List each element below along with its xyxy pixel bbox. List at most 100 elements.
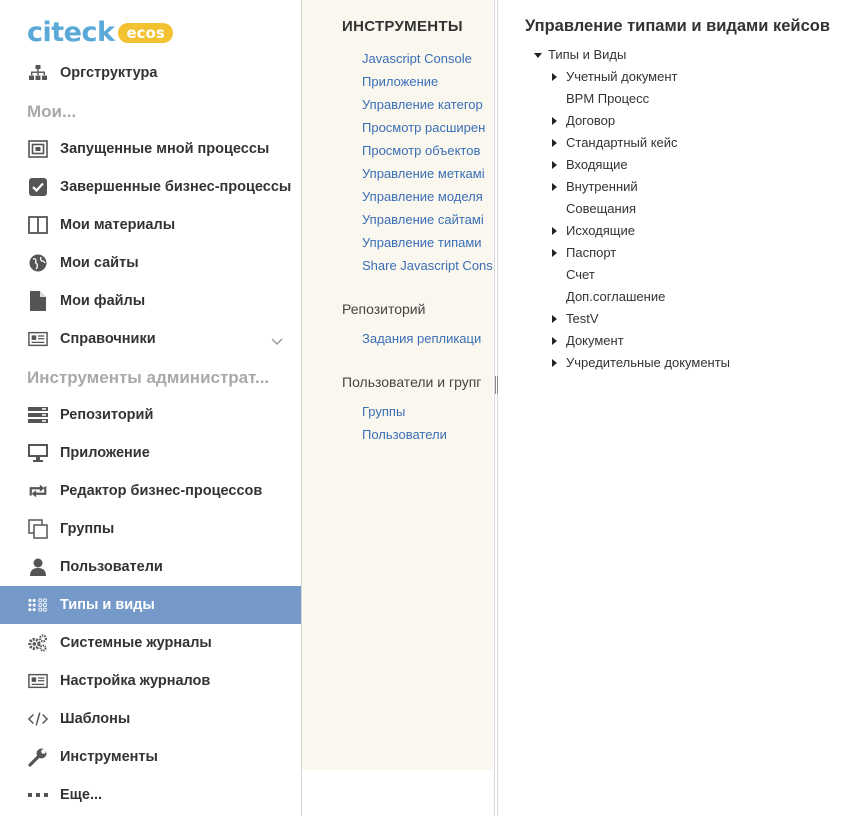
tree-node[interactable]: Доп.соглашение xyxy=(566,288,665,306)
tool-link-replication-jobs[interactable]: Задания репликаци xyxy=(362,331,481,347)
journal-settings-icon xyxy=(28,671,48,691)
tool-link-category-management[interactable]: Управление категор xyxy=(362,97,483,113)
tree-node[interactable]: Внутренний xyxy=(552,178,638,196)
collapsed-arrow-icon[interactable] xyxy=(552,117,557,125)
sidebar-item-label: Редактор бизнес-процессов xyxy=(60,483,263,499)
more-icon xyxy=(28,785,48,805)
logo-badge: ecos xyxy=(118,23,173,43)
repository-icon xyxy=(28,405,48,425)
tool-link-type-management[interactable]: Управление типами xyxy=(362,235,482,251)
sidebar-item-journal-settings[interactable]: Настройка журналов xyxy=(0,662,301,700)
tree-node-label: Документ xyxy=(566,333,624,348)
citeck-logo[interactable]: citeck ecos xyxy=(27,18,173,48)
process-editor-icon xyxy=(28,481,48,501)
sidebar-item-my-files[interactable]: Мои файлы xyxy=(0,282,301,320)
tool-link-js-console[interactable]: Javascript Console xyxy=(362,51,472,67)
types-icon xyxy=(28,595,48,615)
sidebar-item-finished-processes[interactable]: Завершенные бизнес-процессы xyxy=(0,168,301,206)
collapsed-arrow-icon[interactable] xyxy=(552,183,557,191)
sidebar-item-users[interactable]: Пользователи xyxy=(0,548,301,586)
tool-link-site-management[interactable]: Управление сайтамі xyxy=(362,212,484,228)
sidebar-item-tools[interactable]: Инструменты xyxy=(0,738,301,776)
sidebar-item-label: Оргструктура xyxy=(60,65,158,81)
tool-link-application[interactable]: Приложение xyxy=(362,74,438,90)
tools-group-users-groups: Пользователи и групг xyxy=(342,374,482,390)
monitor-icon xyxy=(28,443,48,463)
file-icon xyxy=(28,291,48,311)
tree-node[interactable]: Входящие xyxy=(552,156,628,174)
tree-node[interactable]: Совещания xyxy=(566,200,636,218)
tree-node[interactable]: Учетный документ xyxy=(552,68,678,86)
tree-node[interactable]: Договор xyxy=(552,112,615,130)
sidebar-item-started-processes[interactable]: Запущенные мной процессы xyxy=(0,130,301,168)
tree-node-label: Стандартный кейс xyxy=(566,135,678,150)
sidebar-item-label: Репозиторий xyxy=(60,407,154,423)
tree-node-label: Типы и Виды xyxy=(548,47,627,62)
tree-node[interactable]: Стандартный кейс xyxy=(552,134,678,152)
started-processes-icon xyxy=(28,139,48,159)
tree-node[interactable]: Учредительные документы xyxy=(552,354,730,372)
tool-link-model-management[interactable]: Управление моделя xyxy=(362,189,483,205)
sidebar-item-reference-books[interactable]: Справочники xyxy=(0,320,301,358)
sidebar-item-system-journals[interactable]: Системные журналы xyxy=(0,624,301,662)
collapsed-arrow-icon[interactable] xyxy=(552,227,557,235)
sidebar-item-label: Завершенные бизнес-процессы xyxy=(60,179,292,195)
code-icon xyxy=(28,709,48,729)
collapsed-arrow-icon[interactable] xyxy=(552,249,557,257)
logo-word: citeck xyxy=(27,17,115,48)
sidebar-item-application[interactable]: Приложение xyxy=(0,434,301,472)
tree-node[interactable]: BPM Процесс xyxy=(566,90,649,108)
gears-icon xyxy=(28,633,48,653)
globe-icon xyxy=(28,253,48,273)
tree-node-label: BPM Процесс xyxy=(566,91,650,106)
collapsed-arrow-icon[interactable] xyxy=(552,337,557,345)
expanded-arrow-icon[interactable] xyxy=(534,53,542,58)
sidebar-item-my-sites[interactable]: Мои сайты xyxy=(0,244,301,282)
wrench-icon xyxy=(28,747,48,767)
sidebar-item-orgstructure[interactable]: Оргструктура xyxy=(0,54,301,92)
tool-link-object-browser[interactable]: Просмотр объектов xyxy=(362,143,480,159)
panel-divider-left xyxy=(494,0,495,816)
sidebar-item-my-materials[interactable]: Мои материалы xyxy=(0,206,301,244)
tool-link-extension-browser[interactable]: Просмотр расширен xyxy=(362,120,485,136)
sidebar-item-groups[interactable]: Группы xyxy=(0,510,301,548)
sidebar-item-label: Запущенные мной процессы xyxy=(60,141,270,157)
tree-node[interactable]: Исходящие xyxy=(552,222,635,240)
sidebar: citeck ecos Оргструктура Мои... Запущенн… xyxy=(0,0,302,816)
sidebar-item-label: Системные журналы xyxy=(60,635,212,651)
section-admin-heading: Инструменты администрат... xyxy=(27,368,270,387)
collapsed-arrow-icon[interactable] xyxy=(552,139,557,147)
sidebar-item-repository[interactable]: Репозиторий xyxy=(0,396,301,434)
collapsed-arrow-icon[interactable] xyxy=(552,315,557,323)
tree-node-label: Доп.соглашение xyxy=(566,289,666,304)
org-structure-icon xyxy=(28,63,48,83)
sidebar-item-label: Группы xyxy=(60,521,115,537)
tree-node[interactable]: TestV xyxy=(552,310,599,328)
collapsed-arrow-icon[interactable] xyxy=(552,359,557,367)
tool-link-tag-management[interactable]: Управление меткамі xyxy=(362,166,485,182)
sidebar-item-label: Приложение xyxy=(60,445,150,461)
tree-node[interactable]: Документ xyxy=(552,332,624,350)
collapsed-arrow-icon[interactable] xyxy=(552,73,557,81)
tree-node-label: Совещания xyxy=(566,201,637,216)
user-icon xyxy=(28,557,48,577)
sidebar-item-templates[interactable]: Шаблоны xyxy=(0,700,301,738)
tree-node[interactable]: Счет xyxy=(566,266,595,284)
page-title: Управление типами и видами кейсов xyxy=(525,17,830,35)
section-mine-heading: Мои... xyxy=(27,102,77,121)
sidebar-item-more[interactable]: Еще... xyxy=(0,776,301,814)
sidebar-item-label: Шаблоны xyxy=(60,711,131,727)
tree-root-node[interactable]: Типы и Виды xyxy=(534,46,627,64)
tree-node[interactable]: Паспорт xyxy=(552,244,616,262)
sidebar-item-label: Пользователи xyxy=(60,559,163,575)
tree-node-label: Учетный документ xyxy=(566,69,678,84)
tool-link-share-js-console[interactable]: Share Javascript Cons xyxy=(362,258,493,274)
tools-group-repository: Репозиторий xyxy=(342,301,426,317)
collapsed-arrow-icon[interactable] xyxy=(552,161,557,169)
sidebar-item-process-editor[interactable]: Редактор бизнес-процессов xyxy=(0,472,301,510)
chevron-down-icon[interactable] xyxy=(271,333,283,351)
sidebar-item-types-and-kinds[interactable]: Типы и виды xyxy=(0,586,301,624)
tool-link-users[interactable]: Пользователи xyxy=(362,427,447,443)
sidebar-item-label: Настройка журналов xyxy=(60,673,211,689)
tool-link-groups[interactable]: Группы xyxy=(362,404,405,420)
